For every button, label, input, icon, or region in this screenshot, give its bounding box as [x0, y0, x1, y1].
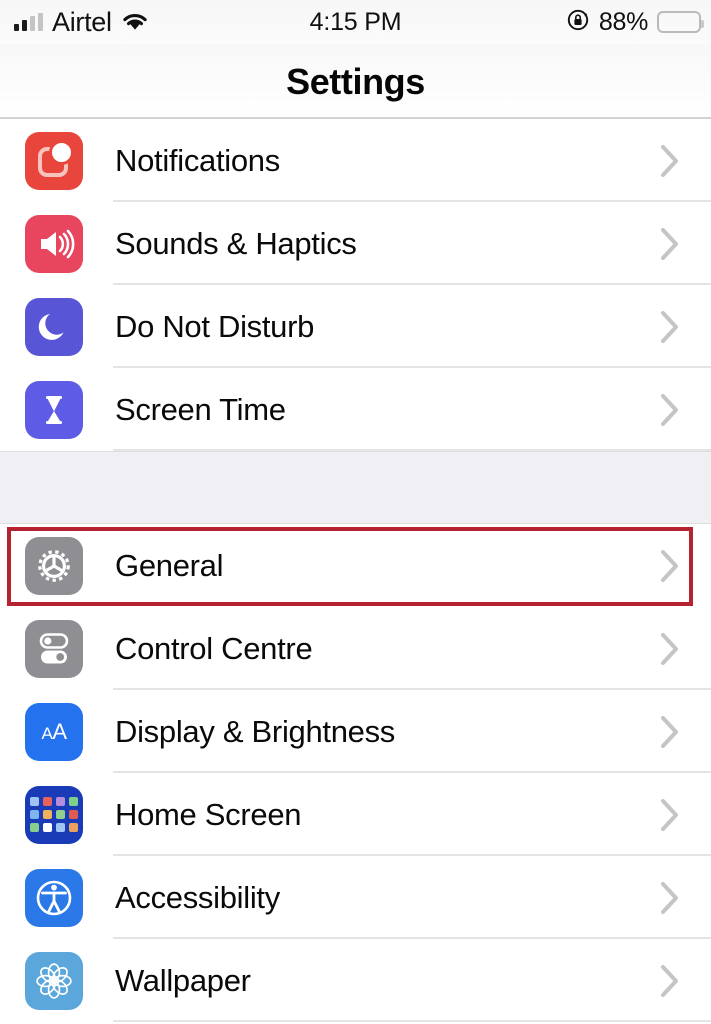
- settings-row-label: Control Centre: [115, 633, 312, 664]
- battery-percent-label: 88%: [599, 8, 648, 37]
- settings-row-label: Screen Time: [115, 394, 286, 425]
- settings-row-label: Notifications: [115, 145, 280, 176]
- chevron-right-icon: [660, 227, 680, 261]
- status-bar-right: 88%: [566, 0, 701, 44]
- settings-row-label: Wallpaper: [115, 965, 251, 996]
- chevron-right-icon: [660, 549, 680, 583]
- settings-section-alerts: Notifications Sounds & Haptics Do Not Dist…: [0, 119, 711, 451]
- accessibility-icon: [25, 869, 83, 927]
- settings-row-label: Sounds & Haptics: [115, 228, 357, 259]
- flower-pattern-icon: [25, 952, 83, 1010]
- settings-row-label: General: [115, 550, 223, 581]
- settings-row-general[interactable]: General: [0, 524, 711, 607]
- settings-row-control-centre[interactable]: Control Centre: [0, 607, 711, 690]
- settings-row-screen-time[interactable]: Screen Time: [0, 368, 711, 451]
- clock-label: 4:15 PM: [310, 8, 402, 37]
- toggles-icon: [25, 620, 83, 678]
- rotation-lock-icon: [566, 8, 590, 37]
- status-bar: Airtel 4:15 PM 88%: [0, 0, 711, 44]
- row-divider: [113, 449, 711, 451]
- gear-icon: [25, 537, 83, 595]
- chevron-right-icon: [660, 715, 680, 749]
- bell-badge-icon: [25, 132, 83, 190]
- chevron-right-icon: [660, 632, 680, 666]
- settings-row-do-not-disturb[interactable]: Do Not Disturb: [0, 285, 711, 368]
- settings-row-home-screen[interactable]: Home Screen: [0, 773, 711, 856]
- battery-icon: [657, 11, 701, 33]
- settings-row-display-brightness[interactable]: AA Display & Brightness: [0, 690, 711, 773]
- crescent-moon-icon: [25, 298, 83, 356]
- page-title: Settings: [286, 61, 425, 103]
- settings-row-label: Display & Brightness: [115, 716, 395, 747]
- app-grid-icon: [25, 786, 83, 844]
- settings-row-accessibility[interactable]: Accessibility: [0, 856, 711, 939]
- speaker-waves-icon: [25, 215, 83, 273]
- chevron-right-icon: [660, 144, 680, 178]
- settings-row-label: Accessibility: [115, 882, 280, 913]
- hourglass-icon: [25, 381, 83, 439]
- section-separator: [0, 451, 711, 524]
- chevron-right-icon: [660, 393, 680, 427]
- chevron-right-icon: [660, 310, 680, 344]
- settings-row-sounds-haptics[interactable]: Sounds & Haptics: [0, 202, 711, 285]
- chevron-right-icon: [660, 964, 680, 998]
- settings-row-label: Do Not Disturb: [115, 311, 314, 342]
- chevron-right-icon: [660, 798, 680, 832]
- aa-text-size-icon: AA: [25, 703, 83, 761]
- chevron-right-icon: [660, 881, 680, 915]
- settings-row-wallpaper[interactable]: Wallpaper: [0, 939, 711, 1022]
- settings-row-notifications[interactable]: Notifications: [0, 119, 711, 202]
- settings-section-device: General Control Centre AA Display & Brightn…: [0, 524, 711, 1022]
- settings-row-label: Home Screen: [115, 799, 301, 830]
- navigation-bar: Settings: [0, 44, 711, 119]
- row-divider: [113, 1020, 711, 1022]
- settings-screen: Airtel 4:15 PM 88%: [0, 0, 711, 1024]
